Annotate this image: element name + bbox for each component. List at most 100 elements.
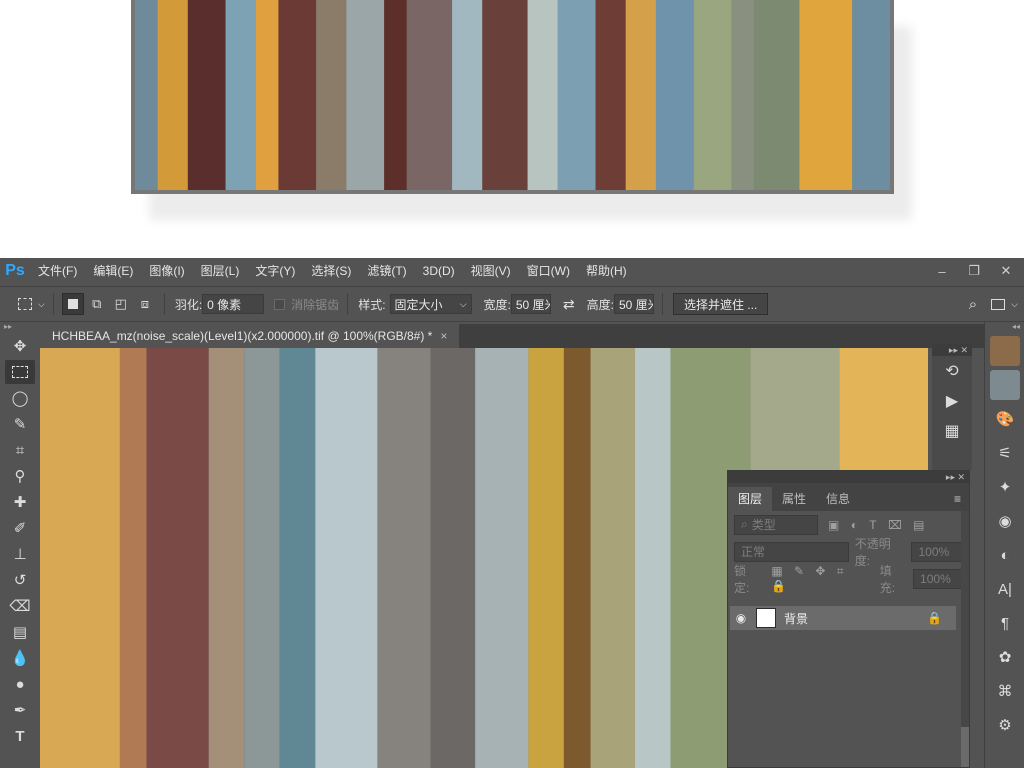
options-bar: ⌵ ⧉ ◰ ⧈ 羽化: 0 像素 消除锯齿 样式: 固定大小 ⌵ 宽度: 50 … bbox=[0, 286, 1024, 322]
lock-artboard-icon[interactable]: ⌗ bbox=[837, 564, 844, 578]
search-icon: ⌕ bbox=[968, 295, 978, 313]
menu-file[interactable]: 文件(F) bbox=[30, 258, 85, 284]
minimize-button[interactable]: – bbox=[930, 264, 954, 279]
document-tab[interactable]: HCHBEAA_mz(noise_scale)(Level1)(x2.00000… bbox=[40, 324, 460, 348]
menu-edit[interactable]: 编辑(E) bbox=[85, 258, 141, 284]
style-select[interactable]: 固定大小 ⌵ bbox=[389, 294, 472, 314]
type-filter-icon[interactable]: T bbox=[869, 518, 876, 532]
type-tool-icon[interactable]: T bbox=[5, 724, 35, 748]
collapse-icon[interactable]: ◂◂ bbox=[985, 322, 1024, 332]
quick-select-tool-icon[interactable]: ✎ bbox=[5, 412, 35, 436]
marquee-preset-picker[interactable]: ⌵ bbox=[18, 291, 45, 317]
play-action-icon[interactable]: ▶ bbox=[932, 386, 972, 416]
menu-layer[interactable]: 图层(L) bbox=[193, 258, 248, 284]
workspace-switcher[interactable]: ⌵ bbox=[991, 291, 1018, 317]
menu-image[interactable]: 图像(I) bbox=[141, 258, 192, 284]
tab-properties[interactable]: 属性 bbox=[772, 487, 816, 511]
select-and-mask-button[interactable]: 选择并遮住 ... bbox=[672, 293, 769, 315]
add-selection-icon: ⧉ bbox=[92, 296, 102, 311]
move-tool-icon[interactable]: ✥ bbox=[5, 334, 35, 358]
filter-row: ⌕ 类型 ▣ ◐ T ⌧ ▤ bbox=[728, 511, 969, 538]
dock-header[interactable]: ▸▸ ✕ bbox=[932, 344, 972, 356]
3d-icon[interactable]: ✿ bbox=[990, 642, 1020, 672]
menu-filter[interactable]: 滤镜(T) bbox=[359, 258, 414, 284]
tab-layers[interactable]: 图层 bbox=[728, 487, 773, 511]
menu-help[interactable]: 帮助(H) bbox=[578, 258, 635, 284]
blend-mode-select[interactable]: 正常 bbox=[734, 541, 849, 562]
settings-gear-icon[interactable]: ⚙ bbox=[990, 710, 1020, 740]
chevron-down-icon: ⌵ bbox=[459, 298, 467, 309]
subtract-selection-button[interactable]: ◰ bbox=[110, 293, 132, 315]
collapse-icon[interactable]: ▸▸ bbox=[0, 322, 40, 332]
fill-label: 填充: bbox=[879, 563, 896, 595]
grid-icon[interactable]: ▦ bbox=[932, 416, 972, 446]
color-swatch-icon[interactable]: 🎨 bbox=[990, 404, 1020, 434]
add-selection-button[interactable]: ⧉ bbox=[86, 293, 108, 315]
layer-name: 背景 bbox=[784, 611, 809, 626]
healing-tool-icon[interactable]: ✚ bbox=[5, 490, 35, 514]
panel-header[interactable]: ▸▸ ✕ bbox=[728, 471, 969, 483]
adjustments-icon[interactable]: ◐ bbox=[990, 540, 1020, 570]
lock-paint-icon[interactable]: ✎ bbox=[794, 564, 804, 578]
window-controls: – ❐ ✕ bbox=[930, 258, 1018, 284]
search-button[interactable]: ⌕ bbox=[969, 291, 977, 317]
menu-select[interactable]: 选择(S) bbox=[303, 258, 359, 284]
lasso-tool-icon[interactable]: ◯ bbox=[5, 386, 35, 410]
panel-menu-icon[interactable]: ≡ bbox=[954, 487, 969, 511]
brush-tool-icon[interactable]: ✐ bbox=[5, 516, 35, 540]
brush-preset-icon[interactable] bbox=[990, 336, 1020, 366]
eraser-tool-icon[interactable]: ⌫ bbox=[5, 594, 35, 618]
menu-type[interactable]: 文字(Y) bbox=[247, 258, 303, 284]
blur-tool-icon[interactable]: 💧 bbox=[5, 646, 35, 670]
close-window-button[interactable]: ✕ bbox=[994, 263, 1018, 279]
adjust-filter-icon[interactable]: ◐ bbox=[851, 518, 858, 532]
history-icon[interactable]: ⟲ bbox=[932, 356, 972, 386]
crop-tool-icon[interactable]: ⌗ bbox=[5, 438, 35, 462]
filter-type-label: 类型 bbox=[751, 518, 776, 532]
gradient-tool-icon[interactable]: ▤ bbox=[5, 620, 35, 644]
layers-scrollbar[interactable] bbox=[961, 511, 969, 767]
image-filter-icon[interactable]: ▣ bbox=[828, 518, 839, 532]
eyedropper-tool-icon[interactable]: ⚲ bbox=[5, 464, 35, 488]
paths-icon[interactable]: ⌘ bbox=[990, 676, 1020, 706]
tool-preset-icon[interactable] bbox=[990, 370, 1020, 400]
dodge-tool-icon[interactable]: ● bbox=[5, 672, 35, 696]
character-icon[interactable]: A| bbox=[990, 574, 1020, 604]
restore-button[interactable]: ❐ bbox=[962, 263, 986, 279]
layer-thumbnail bbox=[756, 608, 776, 628]
paragraph-icon[interactable]: ¶ bbox=[990, 608, 1020, 638]
close-tab-button[interactable]: × bbox=[440, 329, 447, 343]
new-selection-button[interactable] bbox=[61, 293, 84, 315]
tab-info[interactable]: 信息 bbox=[816, 487, 860, 511]
lock-all-icon[interactable]: 🔒 bbox=[771, 579, 786, 593]
marquee-tool-icon[interactable] bbox=[5, 360, 35, 384]
filter-type-select[interactable]: ⌕ 类型 bbox=[734, 514, 818, 535]
history-brush-tool-icon[interactable]: ↺ bbox=[5, 568, 35, 592]
adjust-sliders-icon[interactable]: ⚟ bbox=[990, 438, 1020, 468]
feather-input[interactable]: 0 像素 bbox=[202, 294, 265, 314]
opacity-input[interactable]: 100% bbox=[911, 541, 963, 562]
height-input[interactable]: 50 厘米 bbox=[613, 294, 654, 314]
intersect-selection-button[interactable]: ⧈ bbox=[134, 293, 156, 315]
layer-row[interactable]: ◉ 背景 🔒 bbox=[730, 606, 956, 630]
preview-area bbox=[0, 0, 1024, 258]
antialias-checkbox[interactable] bbox=[274, 298, 286, 310]
menu-view[interactable]: 视图(V) bbox=[463, 258, 519, 284]
channels-icon[interactable]: ◉ bbox=[990, 506, 1020, 536]
width-input[interactable]: 50 厘米 bbox=[510, 294, 551, 314]
menu-3d[interactable]: 3D(D) bbox=[415, 258, 463, 284]
filter-icons: ▣ ◐ T ⌧ ▤ bbox=[824, 518, 928, 532]
stamp-tool-icon[interactable]: ⊥ bbox=[5, 542, 35, 566]
lock-pixels-icon[interactable]: ▦ bbox=[771, 564, 782, 578]
eye-icon[interactable]: ◉ bbox=[730, 611, 752, 625]
scrollbar-thumb[interactable] bbox=[961, 727, 969, 767]
smart-filter-icon[interactable]: ▤ bbox=[913, 518, 924, 532]
shape-filter-icon[interactable]: ⌧ bbox=[888, 518, 902, 532]
lock-label: 锁定: bbox=[734, 563, 750, 595]
fill-input[interactable]: 100% bbox=[913, 568, 963, 589]
lock-position-icon[interactable]: ✥ bbox=[815, 564, 825, 578]
menu-window[interactable]: 窗口(W) bbox=[519, 258, 578, 284]
swap-button[interactable]: ⇄ bbox=[563, 291, 575, 317]
brush-settings-icon[interactable]: ✦ bbox=[990, 472, 1020, 502]
pen-tool-icon[interactable]: ✒ bbox=[5, 698, 35, 722]
